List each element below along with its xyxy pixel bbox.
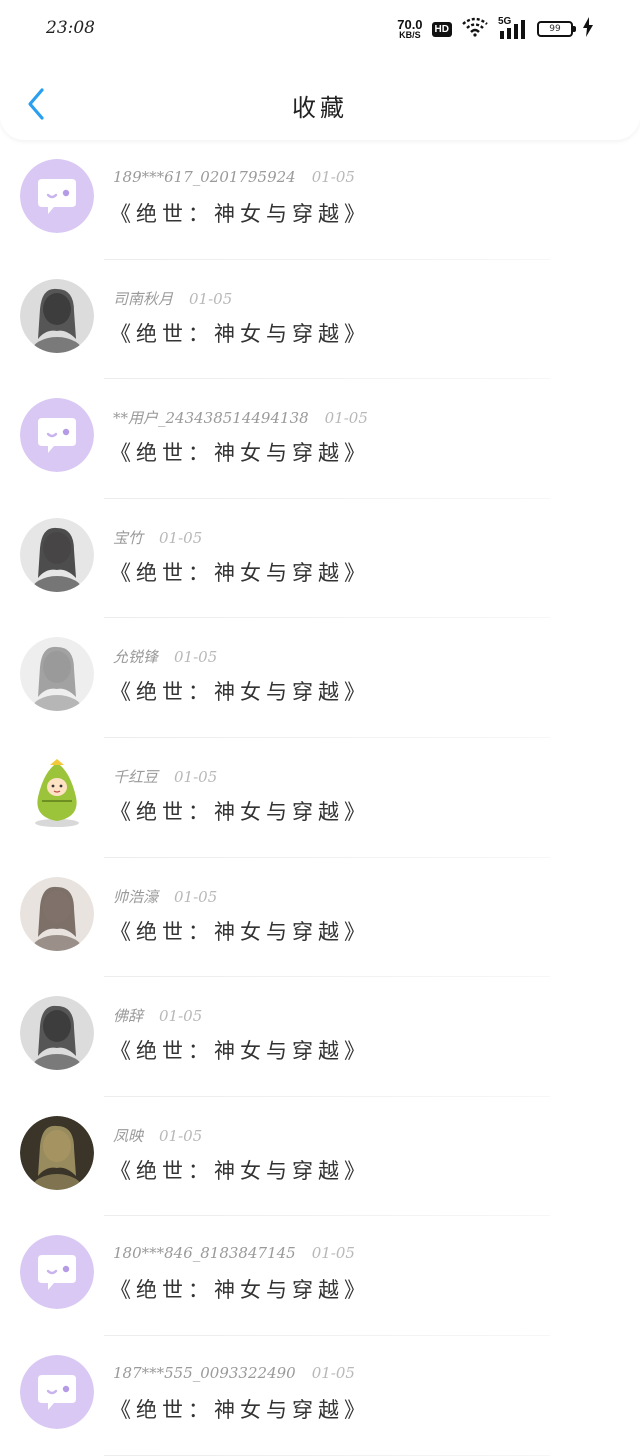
avatar[interactable] [20, 756, 94, 831]
item-meta: 凤映 01-05 [113, 1125, 202, 1146]
item-meta: 宝竹 01-05 [113, 527, 202, 548]
item-date: 01-05 [311, 1244, 355, 1263]
list-item[interactable]: 189***617_0201795924 01-05 《绝世：神女与穿越》 [0, 140, 640, 260]
list-item[interactable]: 187***555_0093322490 01-05 《绝世：神女与穿越》 [0, 1336, 640, 1456]
list-item[interactable]: 司南秋月 01-05 《绝世：神女与穿越》 [0, 260, 640, 380]
status-time: 23:08 [46, 18, 95, 38]
item-date: 01-05 [159, 528, 203, 547]
avatar[interactable] [20, 1235, 94, 1310]
list-item[interactable]: 宝竹 01-05 《绝世：神女与穿越》 [0, 499, 640, 619]
book-title[interactable]: 《绝世：神女与穿越》 [110, 1394, 370, 1424]
avatar[interactable] [20, 1354, 94, 1429]
item-date: 01-05 [189, 289, 233, 308]
item-date: 01-05 [324, 409, 368, 428]
hd-icon: HD [431, 21, 452, 37]
list-item[interactable]: **用户_243438514494138 01-05 《绝世：神女与穿越》 [0, 379, 640, 499]
item-meta: 佛辞 01-05 [113, 1005, 202, 1026]
user-name[interactable]: 千红豆 [113, 768, 158, 786]
page-title: 收藏 [292, 94, 348, 122]
item-meta: 司南秋月 01-05 [113, 288, 232, 309]
user-name[interactable]: 凤映 [113, 1127, 143, 1145]
book-title[interactable]: 《绝世：神女与穿越》 [110, 437, 370, 467]
book-title[interactable]: 《绝世：神女与穿越》 [110, 1274, 370, 1304]
item-date: 01-05 [159, 1007, 203, 1026]
item-date: 01-05 [174, 767, 218, 786]
book-title[interactable]: 《绝世：神女与穿越》 [110, 1155, 370, 1185]
user-name[interactable]: **用户_243438514494138 [113, 409, 309, 427]
item-date: 01-05 [311, 168, 355, 186]
favorites-list: 189***617_0201795924 01-05 《绝世：神女与穿越》 司南秋月 0… [0, 140, 640, 1456]
avatar[interactable] [20, 996, 94, 1071]
battery-level: 99 [549, 24, 561, 34]
avatar[interactable] [20, 159, 94, 233]
avatar[interactable] [20, 398, 94, 473]
charging-icon [582, 17, 594, 41]
item-meta: 187***555_0093322490 01-05 [113, 1364, 355, 1382]
avatar[interactable] [20, 278, 94, 353]
list-item[interactable]: 180***846_8183847145 01-05 《绝世：神女与穿越》 [0, 1216, 640, 1336]
item-meta: 189***617_0201795924 01-05 [113, 168, 355, 186]
item-date: 01-05 [174, 887, 218, 906]
item-meta: 帅浩濠 01-05 [113, 886, 217, 907]
list-item[interactable]: 凤映 01-05 《绝世：神女与穿越》 [0, 1097, 640, 1217]
item-meta: 允锐锋 01-05 [113, 646, 217, 667]
list-item[interactable]: 允锐锋 01-05 《绝世：神女与穿越》 [0, 618, 640, 738]
header-bar: 收藏 [0, 60, 640, 140]
divider [104, 1454, 550, 1456]
signal-5g-icon: 5G [498, 16, 528, 40]
book-title[interactable]: 《绝世：神女与穿越》 [110, 1035, 370, 1065]
network-speed-unit: KB/S [399, 30, 421, 40]
user-name[interactable]: 佛辞 [113, 1007, 143, 1025]
book-title[interactable]: 《绝世：神女与穿越》 [110, 916, 370, 946]
user-name[interactable]: 187***555_0093322490 [113, 1364, 296, 1382]
item-date: 01-05 [174, 648, 218, 667]
user-name[interactable]: 司南秋月 [113, 290, 173, 308]
item-date: 01-05 [311, 1363, 355, 1382]
avatar[interactable] [20, 1115, 94, 1190]
user-name[interactable]: 允锐锋 [113, 648, 158, 666]
status-icons: 70.0 KB/S HD 5G 99 [397, 16, 594, 42]
avatar[interactable] [20, 637, 94, 712]
list-item[interactable]: 千红豆 01-05 《绝世：神女与穿越》 [0, 738, 640, 858]
book-title[interactable]: 《绝世：神女与穿越》 [110, 796, 370, 826]
book-title[interactable]: 《绝世：神女与穿越》 [110, 318, 370, 348]
item-date: 01-05 [159, 1126, 203, 1145]
user-name[interactable]: 189***617_0201795924 [113, 168, 296, 186]
status-bar: 23:08 70.0 KB/S HD 5G 99 [0, 0, 640, 60]
item-meta: 180***846_8183847145 01-05 [113, 1244, 355, 1262]
item-meta: 千红豆 01-05 [113, 766, 217, 787]
wifi-icon [461, 17, 489, 41]
network-speed: 70.0 KB/S [397, 18, 422, 40]
item-meta: **用户_243438514494138 01-05 [113, 407, 368, 428]
avatar[interactable] [20, 876, 94, 951]
book-title[interactable]: 《绝世：神女与穿越》 [110, 557, 370, 587]
user-name[interactable]: 帅浩濠 [113, 888, 158, 906]
avatar[interactable] [20, 517, 94, 592]
list-item[interactable]: 佛辞 01-05 《绝世：神女与穿越》 [0, 977, 640, 1097]
battery-icon: 99 [537, 21, 576, 37]
user-name[interactable]: 宝竹 [113, 529, 143, 547]
book-title[interactable]: 《绝世：神女与穿越》 [110, 198, 370, 228]
book-title[interactable]: 《绝世：神女与穿越》 [110, 676, 370, 706]
user-name[interactable]: 180***846_8183847145 [113, 1244, 296, 1262]
list-item[interactable]: 帅浩濠 01-05 《绝世：神女与穿越》 [0, 858, 640, 978]
